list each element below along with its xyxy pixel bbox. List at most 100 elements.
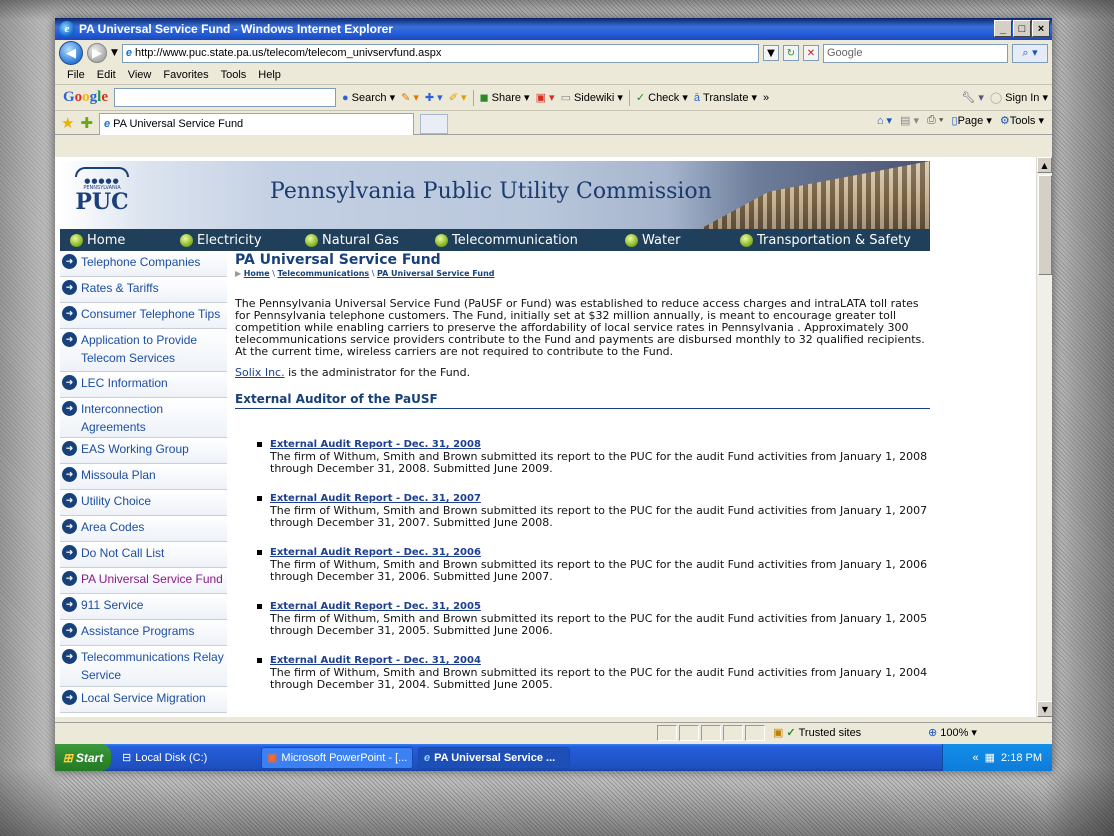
nav-natural-gas[interactable]: Natural Gas: [305, 233, 435, 248]
logo-arch-icon: [75, 167, 129, 177]
ie-icon: e: [59, 21, 75, 37]
scroll-down-icon[interactable]: ▼: [1037, 701, 1052, 717]
forward-button[interactable]: ▶: [87, 43, 107, 63]
site-title: Pennsylvania Public Utility Commission: [270, 179, 712, 204]
network-icon[interactable]: ▦: [985, 751, 995, 764]
scroll-thumb[interactable]: [1038, 175, 1052, 275]
zoom-control[interactable]: ⊕ 100% ▾: [928, 726, 977, 740]
page-menu[interactable]: ▯Page ▾: [952, 114, 992, 127]
address-dropdown-icon[interactable]: ▼: [763, 45, 779, 61]
menu-edit[interactable]: Edit: [97, 69, 116, 81]
sidebar-item-utility-choice[interactable]: ➜ Utility Choice: [60, 490, 227, 516]
page-viewport[interactable]: ●●●●● PENNSYLVANIA PUC Pennsylvania Publ…: [55, 157, 1036, 717]
maximize-button[interactable]: □: [1013, 20, 1031, 37]
refresh-icon[interactable]: ↻: [783, 45, 799, 61]
taskbar-item-local-disk[interactable]: ⊟ Local Disk (C:): [116, 747, 256, 769]
print-icon[interactable]: ⎙ ▾: [927, 114, 943, 127]
sidebar-item-lec-information[interactable]: ➜ LEC Information: [60, 372, 227, 398]
close-button[interactable]: ×: [1032, 20, 1050, 37]
nav-telecommunication[interactable]: Telecommunication: [435, 233, 625, 248]
command-bar: ⌂ ▾ ▤ ▾ ⎙ ▾ ▯Page ▾ ⚙Tools ▾: [877, 114, 1044, 127]
blogger-icon[interactable]: ▣ ▾: [536, 91, 555, 104]
menu-favorites[interactable]: Favorites: [163, 69, 208, 81]
translate-icon: ā: [693, 91, 701, 104]
add-favorites-icon[interactable]: ✚: [80, 114, 93, 132]
status-cell: [701, 724, 721, 741]
sidebar-item-area-codes[interactable]: ➜ Area Codes: [60, 516, 227, 542]
feeds-icon[interactable]: ▤ ▾: [900, 114, 919, 127]
solix-link[interactable]: Solix Inc.: [235, 366, 285, 379]
spellcheck-button[interactable]: ✓ Check ▾: [636, 91, 688, 104]
translate-button[interactable]: ā Translate ▾: [693, 91, 757, 105]
sidebar-item-local-service-migration[interactable]: ➜ Local Service Migration: [60, 687, 227, 713]
favorites-star-icon[interactable]: ★: [61, 114, 74, 132]
clock[interactable]: 2:18 PM: [1001, 752, 1042, 764]
sidebar-item-do-not-call[interactable]: ➜ Do Not Call List: [60, 542, 227, 568]
menu-tools[interactable]: Tools: [221, 69, 247, 81]
menu-view[interactable]: View: [128, 69, 152, 81]
sidebar-item-missoula-plan[interactable]: ➜ Missoula Plan: [60, 464, 227, 490]
start-button[interactable]: ⊞ Start: [55, 744, 111, 771]
sidebar-item-consumer-telephone-tips[interactable]: ➜ Consumer Telephone Tips: [60, 303, 227, 329]
nav-water[interactable]: Water: [625, 233, 740, 248]
stop-icon[interactable]: ✕: [803, 45, 819, 61]
nav-electricity[interactable]: Electricity: [180, 233, 305, 248]
sidebar-item-rates-tariffs[interactable]: ➜ Rates & Tariffs: [60, 277, 227, 303]
nav-bullet-icon: [70, 233, 83, 247]
more-chevron-icon[interactable]: »: [763, 92, 769, 104]
sidebar: ➜ Telephone Companies ➜ Rates & Tariffs ➜ C…: [60, 251, 227, 713]
nav-bullet-icon: [180, 233, 193, 247]
pencil-icon[interactable]: ✐ ▾: [449, 91, 467, 104]
security-zone[interactable]: ▣ ✓ Trusted sites: [773, 726, 893, 740]
sidebar-item-911-service[interactable]: ➜ 911 Service: [60, 594, 227, 620]
sidebar-item-relay-service[interactable]: ➜ Telecommunications Relay Service: [60, 646, 227, 687]
history-dropdown-icon[interactable]: ▼: [111, 48, 118, 58]
breadcrumb-current[interactable]: PA Universal Service Fund: [377, 269, 495, 278]
sidebar-item-pa-universal-service-fund[interactable]: ➜ PA Universal Service Fund: [60, 568, 227, 594]
menu-file[interactable]: File: [67, 69, 85, 81]
status-cell: [745, 724, 765, 741]
sidebar-item-interconnection[interactable]: ➜ Interconnection Agreements: [60, 398, 227, 438]
title-bar[interactable]: e PA Universal Service Fund - Windows In…: [55, 18, 1052, 40]
window-controls: _ □ ×: [994, 20, 1050, 37]
breadcrumb-home[interactable]: Home: [244, 269, 270, 278]
google-search-input[interactable]: [114, 88, 337, 107]
breadcrumb-arrow-icon: ▶: [235, 269, 244, 278]
search-input[interactable]: Google: [823, 43, 1008, 63]
menu-help[interactable]: Help: [258, 69, 281, 81]
tray-expand-icon[interactable]: «: [973, 752, 979, 764]
taskbar-item-ie[interactable]: e PA Universal Service ...: [418, 746, 570, 769]
taskbar-item-powerpoint[interactable]: ▣ Microsoft PowerPoint - [...: [261, 746, 413, 769]
home-icon[interactable]: ⌂ ▾: [877, 114, 892, 127]
scroll-up-icon[interactable]: ▲: [1037, 157, 1052, 173]
sidebar-item-assistance-programs[interactable]: ➜ Assistance Programs: [60, 620, 227, 646]
wrench-icon[interactable]: 🔧︎ ▾: [961, 91, 984, 104]
back-button[interactable]: ◀: [59, 41, 83, 65]
list-item: External Audit Report - Dec. 31, 2004 The…: [257, 655, 930, 691]
google-logo[interactable]: Google: [63, 89, 108, 106]
new-tab-button[interactable]: [420, 113, 449, 134]
arrow-right-icon: ➜: [62, 690, 77, 705]
web-page: ●●●●● PENNSYLVANIA PUC Pennsylvania Publ…: [60, 161, 930, 713]
sidewiki-button[interactable]: ▭ Sidewiki ▾: [561, 91, 623, 104]
search-icon[interactable]: ⌕ ▾: [1012, 43, 1048, 63]
sidebar-item-eas-working-group[interactable]: ➜ EAS Working Group: [60, 438, 227, 464]
logo-text: PUC: [75, 189, 129, 215]
sign-in-button[interactable]: ◯ Sign In ▾: [990, 91, 1052, 104]
sidebar-item-application-telecom[interactable]: ➜ Application to Provide Telecom Services: [60, 329, 227, 372]
highlight-icon[interactable]: ✎ ▾: [401, 91, 419, 104]
sidebar-item-telephone-companies[interactable]: ➜ Telephone Companies: [60, 251, 227, 277]
nav-home[interactable]: Home: [70, 233, 180, 248]
vertical-scrollbar[interactable]: ▲ ▼: [1036, 157, 1052, 717]
share-button[interactable]: ◼ Share ▾: [480, 91, 530, 104]
google-search-button[interactable]: ● Search ▾: [342, 91, 395, 105]
nav-transportation-safety[interactable]: Transportation & Safety: [740, 233, 911, 248]
puc-logo[interactable]: ●●●●● PENNSYLVANIA PUC: [70, 167, 134, 223]
list-item: External Audit Report - Dec. 31, 2006 The…: [257, 547, 930, 583]
bookmark-icon[interactable]: ✚ ▾: [425, 91, 443, 104]
address-field[interactable]: e http://www.puc.state.pa.us/telecom/tel…: [121, 43, 759, 63]
minimize-button[interactable]: _: [994, 20, 1012, 37]
tab-pa-universal-service-fund[interactable]: e PA Universal Service Fund: [99, 112, 415, 135]
tools-menu[interactable]: ⚙Tools ▾: [1000, 114, 1044, 127]
breadcrumb-telecommunications[interactable]: Telecommunications: [277, 269, 369, 278]
